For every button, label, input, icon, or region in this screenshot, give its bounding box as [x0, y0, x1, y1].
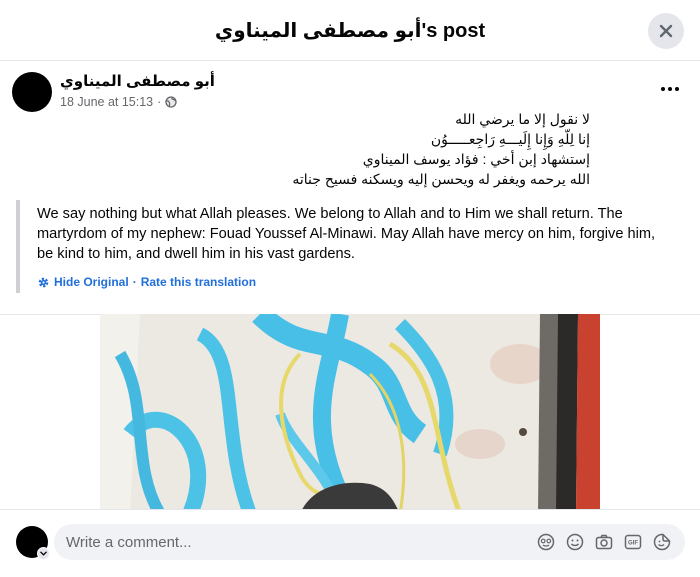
link-separator: · — [132, 275, 137, 289]
post-body-line: إنا لِلّهِ وَإِنا إِلَيـــهِ رَاجِعـــــ… — [430, 131, 590, 147]
gear-icon[interactable] — [37, 276, 50, 289]
post-body-line: لا نقول إلا ما يرضي الله — [455, 111, 590, 127]
profile-switch-badge[interactable] — [37, 547, 50, 560]
emoji-icon[interactable] — [565, 532, 585, 552]
more-dots-icon — [661, 87, 679, 91]
post-timestamp[interactable]: 18 June at 15:13 — [60, 93, 153, 111]
svg-text:GIF: GIF — [628, 541, 638, 547]
more-options-button[interactable] — [658, 79, 682, 99]
author-block: أبو مصطفى الميناوي 18 June at 15:13 · — [60, 72, 215, 111]
comment-tools: GIF — [536, 532, 685, 552]
avatar-sticker-icon[interactable] — [536, 532, 556, 552]
hide-original-link[interactable]: Hide Original — [54, 275, 129, 289]
translation-links: Hide Original · Rate this translation — [37, 275, 676, 289]
camera-icon[interactable] — [594, 532, 614, 552]
post-body-line: الله يرحمه ويغفر له ويحسن إليه ويسكنه فس… — [292, 171, 590, 187]
post-content: أبو مصطفى الميناوي 18 June at 15:13 · لا… — [0, 61, 700, 509]
post-photo[interactable] — [100, 314, 600, 509]
translation-block: We say nothing but what Allah pleases. W… — [16, 200, 676, 293]
post-body-line: إستشهاد إبن أخي : فؤاد يوسف الميناوي — [362, 151, 590, 167]
post-header: أبو مصطفى الميناوي 18 June at 15:13 · — [12, 72, 215, 114]
comment-input[interactable] — [54, 524, 536, 560]
post-dialog-header: أبو مصطفى الميناوي's post — [0, 0, 700, 61]
sticker-icon[interactable] — [652, 532, 672, 552]
chevron-down-icon — [40, 551, 47, 556]
comment-box[interactable]: GIF — [54, 524, 685, 560]
comment-footer: GIF — [0, 509, 700, 577]
gif-icon[interactable]: GIF — [623, 532, 643, 552]
rate-translation-link[interactable]: Rate this translation — [141, 275, 256, 289]
author-avatar[interactable] — [12, 72, 52, 112]
translation-text: We say nothing but what Allah pleases. W… — [37, 206, 656, 262]
post-meta: 18 June at 15:13 · — [60, 93, 215, 111]
graffiti-wall-image — [100, 314, 600, 509]
close-button[interactable] — [648, 13, 684, 49]
globe-icon[interactable] — [165, 96, 177, 108]
dialog-title: أبو مصطفى الميناوي's post — [214, 19, 486, 42]
close-icon — [659, 24, 673, 38]
author-name[interactable]: أبو مصطفى الميناوي — [60, 72, 215, 92]
meta-separator: · — [157, 95, 162, 109]
post-body: لا نقول إلا ما يرضي الله إنا لِلّهِ وَإِ… — [292, 109, 590, 189]
